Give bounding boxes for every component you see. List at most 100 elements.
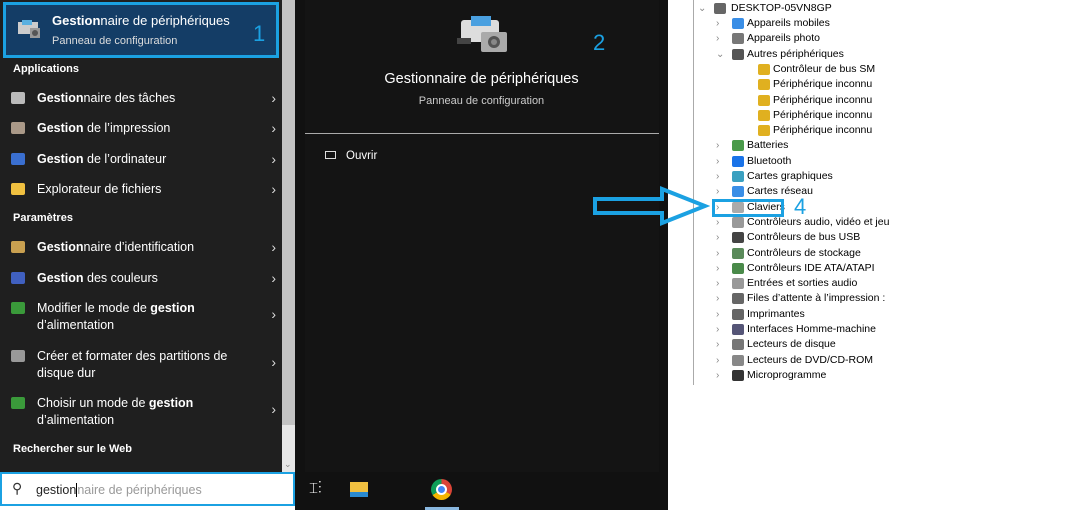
open-icon: [325, 151, 336, 159]
file-explorer-icon[interactable]: [350, 482, 368, 497]
chevron-right-icon[interactable]: ›: [271, 354, 276, 370]
chrome-icon[interactable]: [431, 479, 452, 500]
expand-icon[interactable]: ›: [716, 368, 726, 383]
chevron-right-icon[interactable]: ›: [271, 270, 276, 286]
expand-icon[interactable]: ›: [716, 246, 726, 261]
preview-title: Gestionnaire de périphériques: [384, 71, 579, 87]
task-view-icon[interactable]: ⌶⁝: [309, 480, 322, 497]
device-category-icon: [732, 369, 744, 381]
expand-icon[interactable]: ›: [716, 31, 726, 46]
search-typed-text: gestion: [36, 483, 77, 497]
results-scrollbar[interactable]: ⌄: [282, 0, 295, 472]
device-category-icon: [732, 262, 744, 274]
tree-item-label: Files d’attente à l’impression :: [747, 292, 886, 305]
tree-item-label: Lecteurs de disque: [747, 338, 836, 351]
best-match-subtitle: Panneau de configuration: [52, 35, 178, 47]
preview-subtitle: Panneau de configuration: [418, 95, 545, 107]
arrow-pointer-icon: [593, 186, 710, 226]
tree-item-label: Bluetooth: [747, 154, 792, 167]
tree-item-label: Interfaces Homme-machine: [747, 323, 876, 335]
tree-item-label: Appareils mobiles: [747, 17, 830, 29]
battery-icon: [11, 397, 25, 409]
best-match-title: Gestionnaire de périphériques: [52, 13, 230, 28]
expand-icon[interactable]: ›: [716, 215, 726, 230]
expand-icon[interactable]: ›: [716, 291, 726, 306]
chevron-right-icon[interactable]: ›: [271, 181, 276, 197]
device-category-icon: [732, 155, 744, 167]
collapse-icon[interactable]: ⌄: [716, 47, 726, 62]
section-applications: Applications: [13, 63, 80, 75]
chevron-right-icon[interactable]: ›: [271, 90, 276, 106]
tree-item-label: Autres périphériques: [747, 47, 844, 60]
device-category-icon: [732, 308, 744, 320]
device-manager-icon: [457, 16, 507, 52]
scrollbar-thumb[interactable]: [282, 0, 295, 425]
expand-icon[interactable]: ›: [716, 16, 726, 31]
chevron-right-icon[interactable]: ›: [271, 401, 276, 417]
expand-icon[interactable]: ›: [716, 261, 726, 276]
scroll-down-icon[interactable]: ⌄: [284, 459, 292, 470]
warning-device-icon: [758, 79, 770, 91]
folder-icon: [11, 183, 25, 195]
chevron-right-icon[interactable]: ›: [271, 306, 276, 322]
warning-device-icon: [758, 63, 770, 75]
search-icon: ⚲: [12, 480, 23, 496]
expand-icon[interactable]: ›: [716, 230, 726, 245]
tree-item-label: Batteries: [747, 139, 789, 152]
tree-item-label: Contrôleurs de stockage: [747, 246, 861, 259]
expand-icon[interactable]: ›: [716, 307, 726, 322]
chevron-right-icon[interactable]: ›: [271, 151, 276, 167]
tree-item-label: Cartes graphiques: [747, 170, 833, 182]
chevron-right-icon[interactable]: ›: [271, 239, 276, 255]
disk-management-icon: [11, 350, 25, 362]
step-number-4: 4: [794, 194, 807, 219]
device-category-icon: [732, 140, 744, 152]
warning-device-icon: [758, 109, 770, 121]
tree-item-label: Périphérique inconnu: [773, 78, 873, 91]
device-category-icon: [732, 354, 744, 366]
taskbar: ⌶⁝: [295, 472, 668, 510]
device-category-icon: [732, 278, 744, 290]
tree-item-label: Microprogramme: [747, 368, 827, 381]
expand-icon[interactable]: ›: [716, 154, 726, 169]
collapse-icon[interactable]: ⌄: [698, 1, 708, 16]
search-suggestion: naire de périphériques: [77, 483, 202, 497]
tree-item-label: Périphérique inconnu: [773, 124, 873, 137]
section-web-search: Rechercher sur le Web: [13, 443, 133, 455]
warning-device-icon: [758, 94, 770, 106]
expand-icon[interactable]: ›: [716, 322, 726, 337]
device-category-icon: [732, 293, 744, 305]
credential-manager-icon: [11, 241, 25, 253]
expand-icon[interactable]: ›: [716, 184, 726, 199]
device-category-icon: [732, 33, 744, 45]
search-input[interactable]: ⚲ gestionnaire de périphériques: [0, 472, 295, 506]
expand-icon[interactable]: ›: [716, 169, 726, 184]
device-category-icon: [732, 339, 744, 351]
device-manager-tree: ⌄ DESKTOP-05VN8GP › Appareils mobiles › Appa…: [693, 0, 1081, 385]
tree-item-label: Contrôleurs de bus USB: [747, 231, 861, 244]
best-match-device-manager[interactable]: Gestionnaire de périphériques Panneau de…: [3, 2, 279, 58]
tree-item-label: Contrôleurs IDE ATA/ATAPI: [747, 261, 875, 274]
divider: [305, 133, 659, 134]
tree-item-label: Périphérique inconnu: [773, 93, 873, 106]
device-category-icon: [732, 247, 744, 259]
open-action[interactable]: Ouvrir: [325, 150, 377, 162]
device-category-icon: [732, 171, 744, 182]
tree-item-label: Périphérique inconnu: [773, 108, 873, 121]
device-category-icon: [732, 186, 744, 198]
tree-item-label: Entrées et sorties audio: [747, 277, 858, 290]
expand-icon[interactable]: ›: [716, 138, 726, 153]
expand-icon[interactable]: ›: [716, 353, 726, 368]
section-settings: Paramètres: [13, 212, 73, 224]
color-management-icon: [11, 272, 25, 284]
step-number-2: 2: [593, 30, 606, 55]
start-search-results: Gestionnaire de périphériques Panneau de…: [0, 0, 282, 472]
device-category-icon: [732, 216, 744, 228]
chevron-right-icon[interactable]: ›: [271, 120, 276, 136]
power-icon: [11, 302, 25, 314]
expand-icon[interactable]: ›: [716, 337, 726, 352]
tree-item-label: Contrôleurs audio, vidéo et jeu: [747, 215, 890, 228]
expand-icon[interactable]: ›: [716, 276, 726, 291]
task-manager-icon: [11, 92, 25, 104]
highlight-claviers: [712, 199, 784, 217]
